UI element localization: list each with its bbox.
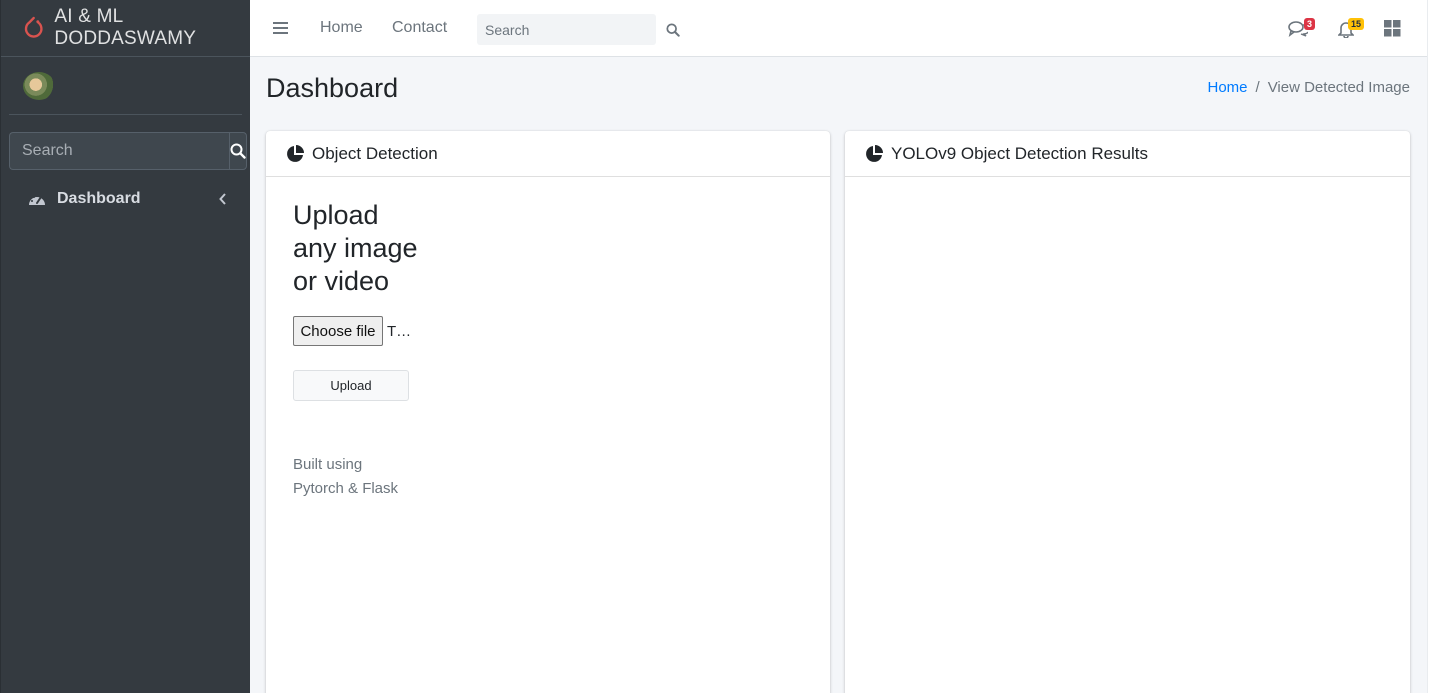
- chart-pie-icon: [287, 144, 304, 162]
- scrollbar[interactable]: [1427, 0, 1439, 693]
- chevron-left-icon: [219, 193, 226, 205]
- sidebar-search-button[interactable]: [229, 132, 247, 170]
- user-panel: [9, 57, 242, 115]
- menu-toggle-icon[interactable]: [273, 20, 289, 36]
- navbar-search-input[interactable]: [477, 14, 666, 45]
- file-input[interactable]: Choose file T…: [293, 316, 803, 346]
- breadcrumb-home-link[interactable]: Home: [1208, 79, 1248, 96]
- navbar-search-button[interactable]: [666, 14, 680, 45]
- breadcrumb-current: View Detected Image: [1267, 79, 1410, 96]
- page-title: Dashboard: [266, 73, 399, 103]
- messages-badge: 3: [1304, 18, 1316, 30]
- card-title: YOLOv9 Object Detection Results: [891, 143, 1149, 163]
- apps-grid-button[interactable]: [1384, 20, 1401, 42]
- top-navbar: Home Contact 3 15: [250, 0, 1439, 57]
- brand-name: AI & ML DODDASWAMY: [54, 6, 197, 49]
- results-body: [845, 177, 1410, 217]
- brand-link[interactable]: AI & ML DODDASWAMY: [1, 0, 250, 57]
- avatar[interactable]: [23, 71, 55, 100]
- card-header: YOLOv9 Object Detection Results: [845, 131, 1410, 177]
- card-header: Object Detection: [266, 131, 830, 177]
- upload-button[interactable]: Upload: [293, 370, 409, 401]
- upload-heading: Upload any image or video: [293, 200, 418, 296]
- nav-link-contact[interactable]: Contact: [392, 19, 447, 37]
- tachometer-icon: [29, 194, 45, 205]
- notifications-badge: 15: [1348, 18, 1365, 30]
- navbar-search: [477, 14, 680, 45]
- search-icon: [230, 143, 246, 159]
- pytorch-logo-icon: [24, 16, 43, 38]
- built-using-note: Built using Pytorch & Flask: [293, 456, 399, 497]
- choose-file-button[interactable]: Choose file: [293, 316, 383, 346]
- sidebar-item-label: Dashboard: [57, 190, 141, 207]
- breadcrumb-separator: /: [1255, 79, 1260, 96]
- notifications-dropdown[interactable]: 15: [1337, 18, 1365, 43]
- messages-dropdown[interactable]: 3: [1288, 18, 1316, 43]
- th-large-icon: [1384, 20, 1401, 37]
- chart-pie-icon: [866, 144, 883, 162]
- card-body: Upload any image or video Choose file T……: [266, 177, 830, 521]
- detection-results-card: YOLOv9 Object Detection Results: [845, 131, 1410, 693]
- sidebar-search: [9, 132, 247, 170]
- breadcrumb: Home / View Detected Image: [1208, 79, 1411, 96]
- sidebar: AI & ML DODDASWAMY Dashboard: [0, 0, 250, 693]
- search-icon: [666, 22, 680, 37]
- object-detection-card: Object Detection Upload any image or vid…: [266, 131, 830, 693]
- nav-link-home[interactable]: Home: [320, 19, 363, 37]
- file-status: T…: [387, 322, 412, 340]
- sidebar-item-dashboard[interactable]: Dashboard: [9, 182, 243, 216]
- card-title: Object Detection: [312, 143, 438, 163]
- sidebar-search-input[interactable]: [9, 132, 229, 170]
